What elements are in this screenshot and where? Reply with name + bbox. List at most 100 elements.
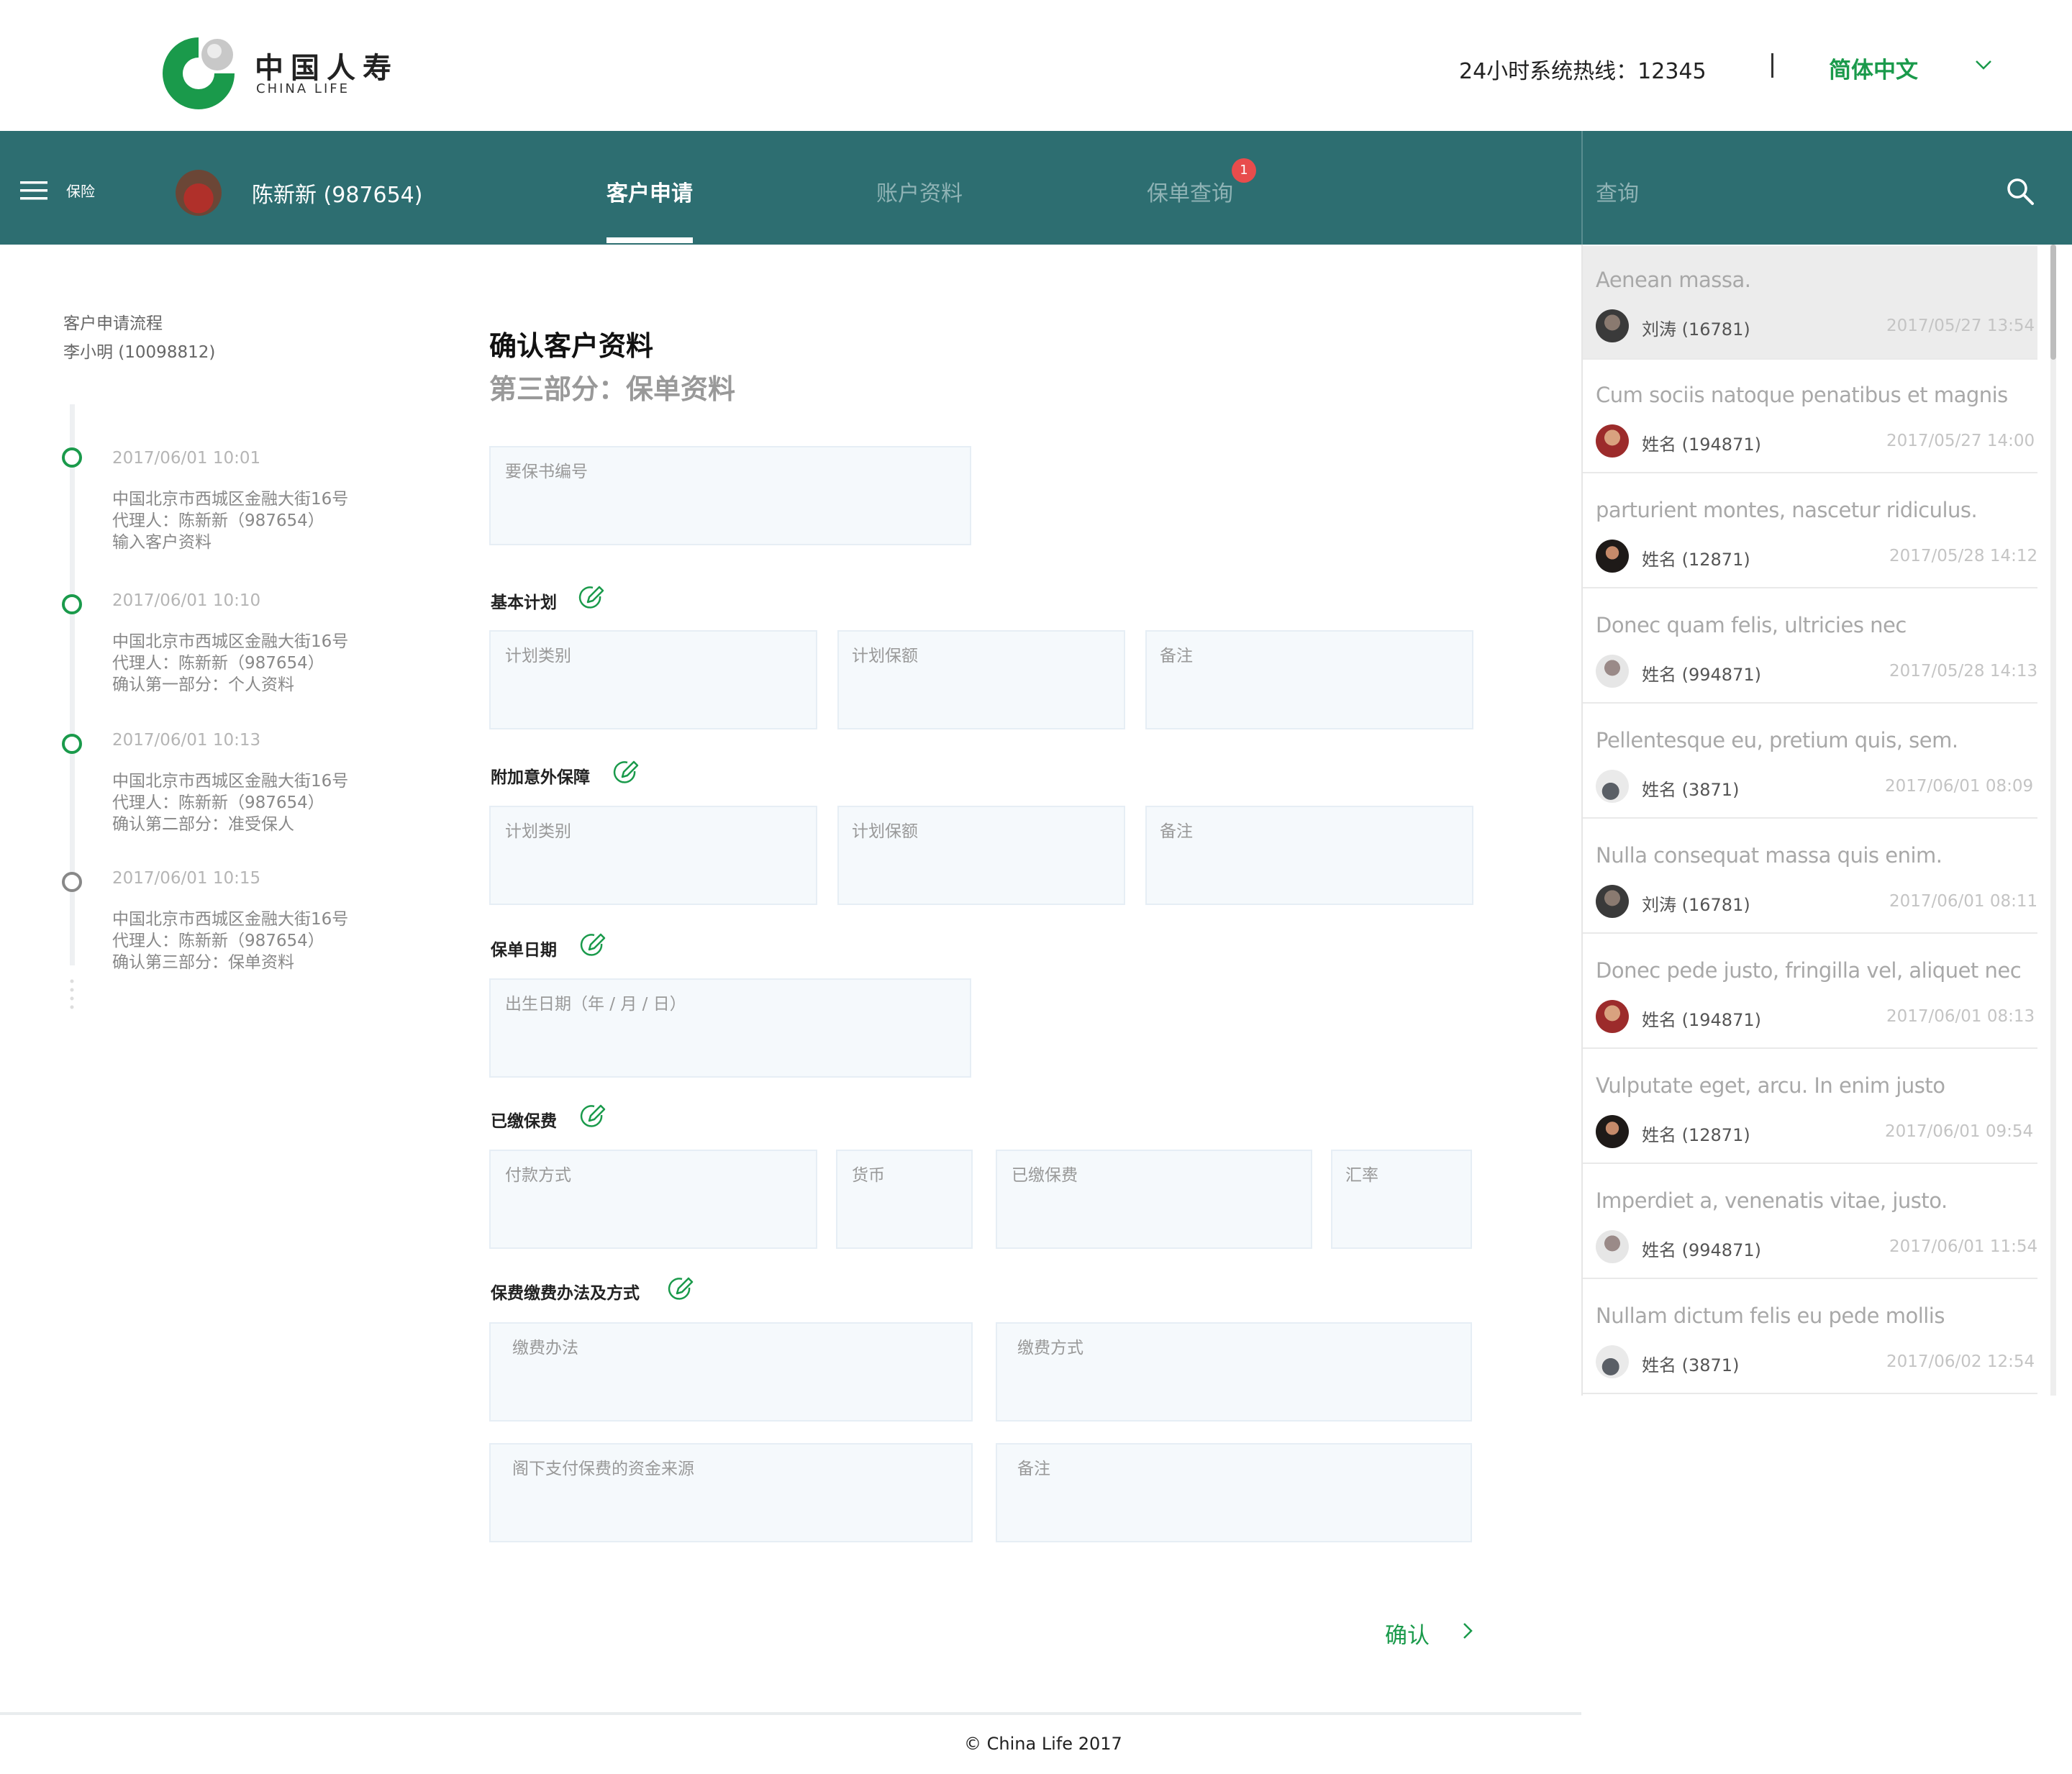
avatar — [1596, 1115, 1629, 1148]
list-item-date: 2017/05/28 14:13 — [1889, 662, 2038, 681]
user-name[interactable]: 陈新新 (987654) — [252, 177, 422, 209]
confirm-button[interactable]: 确认 — [1385, 1617, 1430, 1650]
search-input[interactable]: 查询 — [1596, 176, 1639, 207]
list-item-title: Pellentesque eu, pretium quis, sem. — [1596, 728, 1958, 752]
avatar — [1596, 424, 1629, 458]
field-placeholder: 阁下支付保费的资金来源 — [512, 1460, 694, 1478]
list-item-date: 2017/06/01 09:54 — [1885, 1122, 2034, 1141]
timeline-time: 2017/06/01 10:15 — [112, 869, 261, 888]
list-item-name: 刘涛 (16781) — [1642, 319, 1750, 340]
field-placeholder: 缴费办法 — [512, 1339, 578, 1357]
accident-note-field[interactable] — [1145, 806, 1473, 905]
logo-text-cn: 中国人寿 — [255, 52, 399, 85]
edit-icon[interactable] — [580, 1104, 606, 1129]
search-bar — [1581, 131, 2072, 245]
field-placeholder: 计划类别 — [505, 822, 571, 841]
field-placeholder: 已缴保费 — [1012, 1166, 1078, 1185]
list-item-date: 2017/06/01 08:11 — [1889, 892, 2038, 911]
field-placeholder: 出生日期（年 / 月 / 日） — [505, 995, 686, 1014]
timeline-agent: 代理人：陈新新（987654） — [112, 511, 324, 530]
list-item-title: parturient montes, nascetur ridiculus. — [1596, 498, 1978, 522]
section-payment-way: 保费缴费办法及方式 — [491, 1284, 640, 1303]
list-item[interactable] — [1583, 705, 2037, 819]
list-item-date: 2017/06/01 08:13 — [1886, 1007, 2035, 1026]
field-placeholder: 汇率 — [1345, 1166, 1378, 1185]
tab-customer-application[interactable]: 客户申请 — [606, 176, 693, 207]
chevron-right-icon[interactable] — [1460, 1620, 1475, 1642]
section-basic-plan: 基本计划 — [491, 593, 557, 612]
timeline-step-done-icon — [62, 594, 82, 614]
timeline-address: 中国北京市西城区金融大街16号 — [112, 910, 349, 929]
avatar — [1596, 1000, 1629, 1033]
china-life-logo-icon — [163, 36, 236, 109]
logo-text-en: CHINA LIFE — [256, 81, 350, 96]
footer-copyright: © China Life 2017 — [964, 1734, 1122, 1754]
avatar — [1596, 655, 1629, 688]
list-item-name: 姓名 (12871) — [1642, 550, 1750, 570]
search-icon[interactable] — [2006, 177, 2035, 206]
timeline-action: 确认第三部分：保单资料 — [112, 953, 294, 972]
list-item-name: 刘涛 (16781) — [1642, 895, 1750, 915]
list-item-name: 姓名 (3871) — [1642, 780, 1740, 800]
list-item[interactable] — [1583, 246, 2037, 360]
nav-bar — [0, 131, 1581, 245]
list-item[interactable] — [1583, 1050, 2037, 1164]
field-placeholder: 计划保额 — [852, 647, 918, 665]
page-title: 确认客户资料 — [489, 330, 654, 362]
field-placeholder: 计划保额 — [852, 822, 918, 841]
timeline-agent: 代理人：陈新新（987654） — [112, 793, 324, 812]
list-item[interactable] — [1583, 1281, 2037, 1394]
chevron-down-icon[interactable] — [1974, 58, 1993, 72]
list-item-name: 姓名 (3871) — [1642, 1355, 1740, 1375]
page-subtitle: 第三部分：保单资料 — [489, 373, 736, 405]
field-placeholder: 备注 — [1160, 647, 1193, 665]
timeline-step-done-icon — [62, 447, 82, 468]
timeline-time: 2017/06/01 10:01 — [112, 449, 261, 468]
list-item[interactable] — [1583, 360, 2037, 473]
list-item-name: 姓名 (194871) — [1642, 435, 1761, 455]
list-item-date: 2017/06/02 12:54 — [1886, 1352, 2035, 1371]
edit-icon[interactable] — [613, 760, 639, 786]
list-item-title: Cum sociis natoque penatibus et magnis — [1596, 383, 2008, 407]
list-item-date: 2017/06/01 11:54 — [1889, 1237, 2038, 1256]
field-placeholder: 付款方式 — [505, 1166, 571, 1185]
timeline-action: 确认第二部分：准受保人 — [112, 815, 294, 834]
tab-policy-query[interactable]: 保单查询 — [1147, 176, 1233, 207]
list-item[interactable] — [1583, 820, 2037, 934]
avatar[interactable] — [176, 170, 222, 216]
scrollbar-thumb[interactable] — [2050, 245, 2056, 360]
list-scrollbar[interactable] — [2050, 245, 2056, 1396]
avatar — [1596, 1345, 1629, 1378]
payment-note-field[interactable] — [996, 1443, 1472, 1542]
avatar — [1596, 885, 1629, 918]
list-item-title: Aenean massa. — [1596, 268, 1751, 292]
edit-icon[interactable] — [580, 932, 606, 958]
timeline-step-done-icon — [62, 734, 82, 754]
list-item-name: 姓名 (12871) — [1642, 1125, 1750, 1145]
menu-icon[interactable] — [20, 181, 47, 201]
list-item[interactable] — [1583, 590, 2037, 704]
list-item-title: Vulputate eget, arcu. In enim justo — [1596, 1073, 1945, 1098]
timeline-address: 中国北京市西城区金融大街16号 — [112, 772, 349, 791]
hotline-text: 24小时系统热线：12345 — [1459, 59, 1707, 84]
edit-icon[interactable] — [578, 585, 604, 611]
language-selector[interactable]: 简体中文 — [1829, 52, 1918, 84]
timeline-address: 中国北京市西城区金融大街16号 — [112, 632, 349, 651]
plan-note-field[interactable] — [1145, 630, 1473, 729]
list-item-name: 姓名 (194871) — [1642, 1010, 1761, 1030]
list-item[interactable] — [1583, 935, 2037, 1049]
tab-account-info[interactable]: 账户资料 — [876, 176, 963, 207]
list-item[interactable] — [1583, 475, 2037, 588]
list-item-name: 姓名 (994871) — [1642, 1240, 1761, 1260]
list-item-date: 2017/05/27 13:54 — [1886, 317, 2035, 335]
list-item-title: Nulla consequat massa quis enim. — [1596, 843, 1942, 868]
list-item[interactable] — [1583, 1165, 2037, 1279]
list-item-date: 2017/05/27 14:00 — [1886, 432, 2035, 450]
timeline-step-pending-icon — [62, 872, 82, 892]
list-item-title: Donec pede justo, fringilla vel, aliquet… — [1596, 958, 2022, 983]
edit-icon[interactable] — [668, 1276, 694, 1302]
field-placeholder: 货币 — [852, 1166, 885, 1185]
notification-badge: 1 — [1232, 158, 1256, 183]
section-paid-premium: 已缴保费 — [491, 1112, 557, 1131]
field-placeholder: 备注 — [1160, 822, 1193, 841]
